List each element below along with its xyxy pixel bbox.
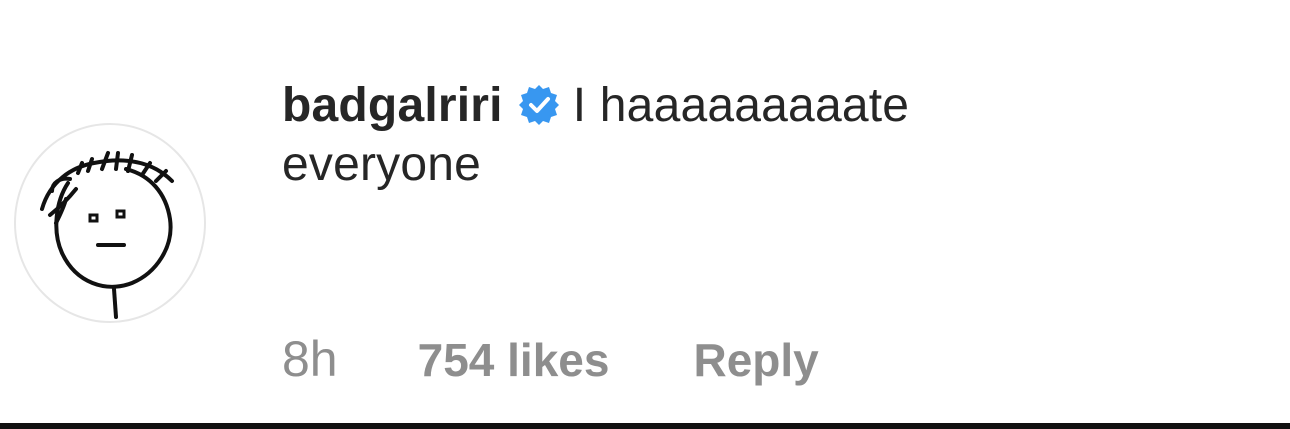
likes-count[interactable]: 754 likes <box>418 333 610 387</box>
comment: badgalriri I haaaaaaaaate everyone 8h 75… <box>0 0 1290 420</box>
timestamp: 8h <box>282 331 338 387</box>
comment-text-line2: everyone <box>282 138 482 191</box>
comment-meta: 8h 754 likes Reply <box>282 330 819 390</box>
comment-text-line1: I haaaaaaaaate <box>572 79 910 132</box>
avatar[interactable] <box>14 123 206 323</box>
divider <box>0 423 1290 429</box>
comment-text-block: badgalriri I haaaaaaaaate everyone <box>282 76 1262 194</box>
reply-button[interactable]: Reply <box>693 333 818 387</box>
username-link[interactable]: badgalriri <box>282 79 503 132</box>
verified-badge-icon <box>518 85 559 125</box>
doodle-face-icon <box>40 151 174 319</box>
